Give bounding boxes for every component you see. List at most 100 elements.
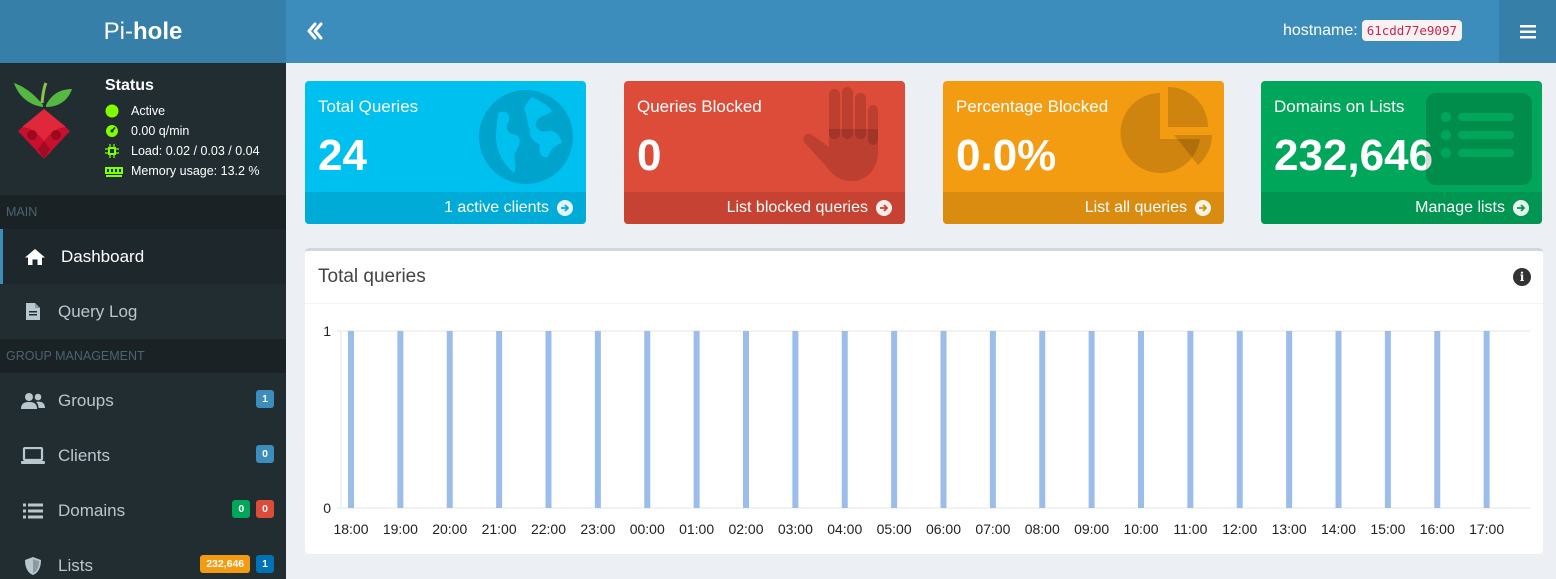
box-label: Domains on Lists xyxy=(1274,97,1405,116)
bar[interactable] xyxy=(1187,331,1194,508)
info-circle-icon[interactable]: i xyxy=(1513,268,1531,286)
total-queries-chart: 0 1 18:00 19:00 20:00 21:00 22:00 23:00 00:00 01:… xyxy=(323,323,1530,537)
bar[interactable] xyxy=(348,331,354,508)
brand-prefix: Pi- xyxy=(103,17,133,45)
bar[interactable] xyxy=(496,331,503,508)
lists-count-badge: 1 xyxy=(256,555,274,573)
bar[interactable] xyxy=(841,331,848,508)
box-footer-text: Manage lists xyxy=(1415,199,1505,216)
box-label: Total Queries xyxy=(318,97,419,116)
globe-icon xyxy=(479,90,573,184)
panel-title: Total queries xyxy=(318,266,426,287)
x-tick-label: 23:00 xyxy=(580,521,615,537)
bar[interactable] xyxy=(1236,331,1243,508)
sidebar-item-clients[interactable]: Clients 0 xyxy=(0,428,286,483)
x-tick-label: 20:00 xyxy=(432,521,467,537)
queries-blocked-box: Queries Blocked 0 List blocked queries xyxy=(624,81,905,224)
bar[interactable] xyxy=(792,331,799,508)
x-tick-label: 02:00 xyxy=(728,521,763,537)
total-queries-box: Total Queries 24 1 active clients xyxy=(305,81,586,224)
domains-allow-badge: 0 xyxy=(232,500,251,518)
active-dot-icon xyxy=(105,104,119,118)
sidebar-item-lists[interactable]: Lists 232,646 1 xyxy=(0,538,286,579)
status-panel: Status Active 0.00 q/min Load: 0.02 / 0.… xyxy=(0,63,286,195)
y-tick-label: 0 xyxy=(323,500,331,516)
sidebar-collapse-button[interactable] xyxy=(306,16,330,46)
x-tick-label: 06:00 xyxy=(926,521,961,537)
bar[interactable] xyxy=(1138,331,1144,508)
pihole-logo-icon xyxy=(14,82,72,159)
bar[interactable] xyxy=(743,331,749,508)
hostname-value: 61cdd77e9097 xyxy=(1361,20,1462,41)
x-tick-label: 22:00 xyxy=(531,521,566,537)
status-load: Load: 0.02 / 0.03 / 0.04 xyxy=(105,144,260,158)
x-tick-label: 12:00 xyxy=(1222,521,1257,537)
x-tick-label: 05:00 xyxy=(877,521,912,537)
y-tick-label: 1 xyxy=(323,323,331,339)
box-value: 24 xyxy=(318,131,367,180)
brand-bold: hole xyxy=(133,17,183,45)
box-footer-text: List all queries xyxy=(1084,199,1187,216)
double-chevron-left-icon xyxy=(307,22,323,40)
list-all-queries-link[interactable]: List all queries xyxy=(943,192,1224,224)
gauge-icon xyxy=(106,125,118,137)
laptop-icon xyxy=(21,446,45,464)
status-qpm-text: 0.00 q/min xyxy=(131,124,190,138)
bar[interactable] xyxy=(446,331,453,508)
sidebar-item-domains[interactable]: Domains 0 0 xyxy=(0,483,286,538)
bar[interactable] xyxy=(644,331,651,508)
x-tick-label: 13:00 xyxy=(1272,521,1307,537)
bar[interactable] xyxy=(545,331,552,508)
x-tick-label: 08:00 xyxy=(1025,521,1060,537)
status-memory-text: Memory usage: 13.2 % xyxy=(131,164,260,178)
sidebar: Status Active 0.00 q/min Load: 0.02 / 0.… xyxy=(0,63,286,579)
box-value: 0.0% xyxy=(956,131,1057,180)
manage-lists-link[interactable]: Manage lists xyxy=(1261,192,1542,224)
x-tick-label: 09:00 xyxy=(1074,521,1109,537)
total-queries-panel: Total queries i 0 1 18:00 19:00 20:00 21:00 22… xyxy=(305,248,1543,554)
file-icon xyxy=(26,303,40,320)
hand-icon xyxy=(803,87,878,181)
bar[interactable] xyxy=(693,331,700,508)
bar[interactable] xyxy=(1434,331,1441,508)
x-tick-label: 19:00 xyxy=(383,521,418,537)
status-memory: Memory usage: 13.2 % xyxy=(105,164,260,178)
domains-on-lists-box: Domains on Lists 232,646 Manage lists xyxy=(1261,81,1542,224)
x-tick-label: 16:00 xyxy=(1420,521,1455,537)
groups-count-badge: 1 xyxy=(256,390,274,408)
bar[interactable] xyxy=(989,331,996,508)
box-value: 0 xyxy=(637,131,662,180)
status-load-text: Load: 0.02 / 0.03 / 0.04 xyxy=(131,144,260,158)
bar[interactable] xyxy=(940,331,947,508)
sidebar-item-query-log[interactable]: Query Log xyxy=(0,284,286,339)
section-header-main: MAIN xyxy=(0,195,286,229)
bar[interactable] xyxy=(594,331,601,508)
list-blocked-queries-link[interactable]: List blocked queries xyxy=(624,192,905,224)
bar[interactable] xyxy=(1384,331,1391,508)
sidebar-item-groups[interactable]: Groups 1 xyxy=(0,373,286,428)
shield-icon xyxy=(25,556,41,575)
bar[interactable] xyxy=(1088,331,1095,508)
sidebar-item-dashboard[interactable]: Dashboard xyxy=(0,229,286,284)
list-icon xyxy=(23,503,43,518)
brand-logo[interactable]: Pi-hole xyxy=(0,0,286,63)
cpu-icon xyxy=(105,144,119,158)
box-value: 232,646 xyxy=(1274,131,1434,180)
x-tick-label: 10:00 xyxy=(1123,521,1158,537)
bar[interactable] xyxy=(891,331,898,508)
menu-toggle-button[interactable] xyxy=(1499,0,1556,63)
bar[interactable] xyxy=(1483,331,1490,508)
list-alt-icon xyxy=(1426,93,1532,185)
x-tick-label: 18:00 xyxy=(333,521,368,537)
bar[interactable] xyxy=(1286,331,1293,508)
status-qpm: 0.00 q/min xyxy=(105,124,189,138)
status-active-text: Active xyxy=(131,104,166,118)
bar[interactable] xyxy=(397,331,404,508)
domains-deny-badge: 0 xyxy=(256,500,274,518)
bar[interactable] xyxy=(1335,331,1342,508)
x-tick-label: 14:00 xyxy=(1321,521,1356,537)
bar[interactable] xyxy=(1039,331,1046,508)
active-clients-link[interactable]: 1 active clients xyxy=(305,192,586,224)
box-footer-text: 1 active clients xyxy=(444,199,549,216)
x-tick-label: 03:00 xyxy=(778,521,813,537)
